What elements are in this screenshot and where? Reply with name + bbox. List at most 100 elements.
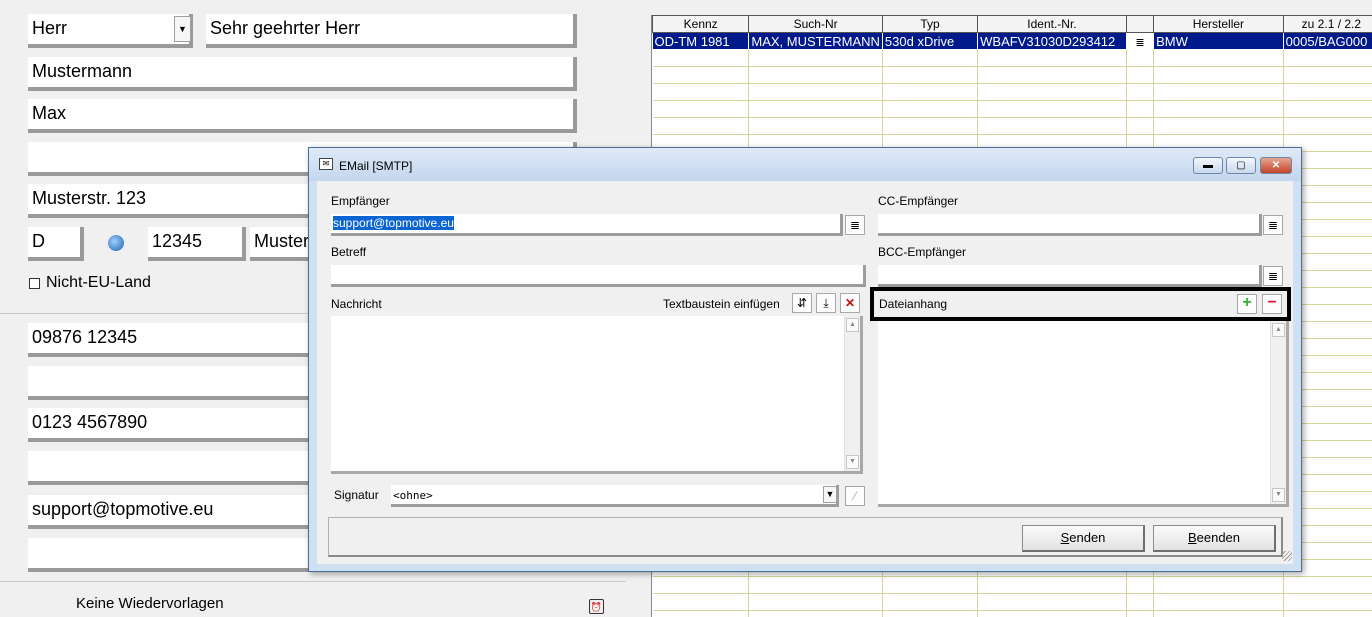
table-cell[interactable]	[652, 576, 750, 594]
table-cell[interactable]	[1283, 83, 1372, 101]
table-cell[interactable]	[652, 593, 750, 611]
table-cell[interactable]	[1153, 610, 1284, 617]
table-cell[interactable]	[882, 610, 979, 617]
scroll-up-arrow[interactable]: ▲	[846, 318, 859, 332]
table-cell[interactable]: ≣	[1126, 32, 1155, 50]
country-code-field[interactable]: D	[28, 227, 84, 261]
table-cell[interactable]	[1126, 576, 1155, 594]
table-cell[interactable]	[1126, 100, 1155, 118]
last-name-field[interactable]: Mustermann	[28, 57, 577, 91]
col-header-blank[interactable]	[1125, 15, 1155, 33]
table-cell[interactable]	[882, 593, 979, 611]
table-cell[interactable]	[748, 49, 883, 67]
message-scrollbar[interactable]: ▲ ▼	[844, 316, 860, 471]
table-cell[interactable]	[1153, 49, 1284, 67]
subject-input[interactable]	[331, 265, 866, 287]
table-cell[interactable]	[1283, 610, 1372, 617]
first-name-field[interactable]: Max	[28, 99, 577, 133]
table-cell[interactable]	[977, 576, 1127, 594]
table-cell[interactable]	[1283, 49, 1372, 67]
table-cell[interactable]	[652, 117, 750, 135]
non-eu-checkbox[interactable]	[29, 278, 40, 289]
table-cell[interactable]	[1283, 576, 1372, 594]
table-cell[interactable]	[977, 593, 1127, 611]
remove-attachment-icon[interactable]: −	[1262, 294, 1282, 314]
table-row[interactable]	[652, 576, 1372, 594]
table-cell[interactable]	[1153, 100, 1284, 118]
table-cell[interactable]: 0005/BAG000	[1283, 32, 1372, 50]
table-cell[interactable]	[748, 66, 883, 84]
table-cell[interactable]	[977, 83, 1127, 101]
table-cell[interactable]	[652, 66, 750, 84]
globe-icon[interactable]	[108, 235, 124, 251]
send-button[interactable]: Senden	[1022, 525, 1145, 552]
recipient-addressbook-icon[interactable]: ≣	[845, 215, 865, 235]
table-cell[interactable]	[652, 83, 750, 101]
table-row[interactable]: OD-TM 1981 MAX, MUSTERMANN 530d xDrive W…	[652, 32, 1372, 50]
table-cell[interactable]: BMW	[1153, 32, 1284, 50]
table-row[interactable]	[652, 117, 1372, 135]
table-row[interactable]	[652, 66, 1372, 84]
letter-salutation-field[interactable]: Sehr geehrter Herr	[206, 14, 577, 48]
signature-dropdown-icon[interactable]: ▼	[823, 486, 837, 503]
maximize-button[interactable]: ▢	[1226, 157, 1256, 174]
resize-grip-icon[interactable]	[1282, 551, 1292, 561]
table-cell[interactable]	[748, 610, 883, 617]
table-cell[interactable]	[1126, 83, 1155, 101]
col-header-hersteller[interactable]: Hersteller	[1153, 15, 1284, 33]
signature-select[interactable]: <ohne>	[391, 485, 839, 507]
cc-addressbook-icon[interactable]: ≣	[1263, 215, 1283, 235]
bcc-addressbook-icon[interactable]: ≣	[1263, 266, 1283, 286]
table-cell[interactable]	[882, 49, 979, 67]
reminder-calendar-icon[interactable]: ⏰	[589, 599, 604, 614]
table-cell[interactable]	[748, 593, 883, 611]
table-cell[interactable]	[977, 610, 1127, 617]
table-cell[interactable]	[882, 117, 979, 135]
table-cell[interactable]	[977, 66, 1127, 84]
attachment-scroll-down-arrow[interactable]: ▼	[1272, 488, 1285, 502]
table-cell[interactable]	[1153, 66, 1284, 84]
close-button[interactable]: ✕	[1260, 157, 1292, 174]
table-cell[interactable]	[748, 576, 883, 594]
table-cell[interactable]	[1126, 610, 1155, 617]
table-cell[interactable]	[748, 100, 883, 118]
table-cell[interactable]	[1283, 100, 1372, 118]
table-cell[interactable]	[1126, 49, 1155, 67]
salutation-select[interactable]: Herr	[28, 14, 193, 48]
list-icon[interactable]: ≣	[1135, 37, 1144, 49]
table-cell[interactable]	[882, 66, 979, 84]
table-cell[interactable]	[882, 576, 979, 594]
cc-input[interactable]	[878, 214, 1262, 236]
table-cell[interactable]	[652, 100, 750, 118]
col-header-kennz[interactable]: Kennz	[652, 15, 750, 33]
table-cell[interactable]	[882, 100, 979, 118]
table-cell[interactable]	[882, 83, 979, 101]
minimize-button[interactable]: ▬	[1193, 157, 1223, 174]
table-cell[interactable]	[652, 610, 750, 617]
table-row[interactable]	[652, 593, 1372, 611]
table-row[interactable]	[652, 610, 1372, 617]
table-cell[interactable]	[1283, 593, 1372, 611]
col-header-typ[interactable]: Typ	[881, 15, 979, 33]
snippet-expand-icon[interactable]: ⇵	[792, 293, 812, 313]
recipient-input[interactable]: support@topmotive.eu	[331, 214, 843, 236]
table-cell[interactable]: 530d xDrive	[882, 32, 979, 50]
attachment-scrollbar[interactable]: ▲ ▼	[1270, 321, 1286, 504]
table-cell[interactable]	[977, 100, 1127, 118]
scroll-down-arrow[interactable]: ▼	[846, 455, 859, 469]
table-cell[interactable]	[1153, 117, 1284, 135]
table-row[interactable]	[652, 100, 1372, 118]
table-cell[interactable]	[977, 49, 1127, 67]
table-cell[interactable]	[1153, 576, 1284, 594]
attachment-scroll-up-arrow[interactable]: ▲	[1272, 323, 1285, 337]
add-attachment-icon[interactable]: +	[1237, 294, 1257, 314]
table-cell[interactable]	[1126, 117, 1155, 135]
table-row[interactable]	[652, 49, 1372, 67]
quit-button[interactable]: Beenden	[1153, 525, 1276, 552]
table-cell[interactable]	[748, 83, 883, 101]
snippet-insert-icon[interactable]: ⤓	[816, 293, 836, 313]
table-cell[interactable]	[1283, 66, 1372, 84]
table-cell[interactable]	[652, 49, 750, 67]
attachment-list[interactable]: ▲ ▼	[878, 321, 1289, 507]
salutation-dropdown-icon[interactable]: ▼	[174, 16, 191, 42]
